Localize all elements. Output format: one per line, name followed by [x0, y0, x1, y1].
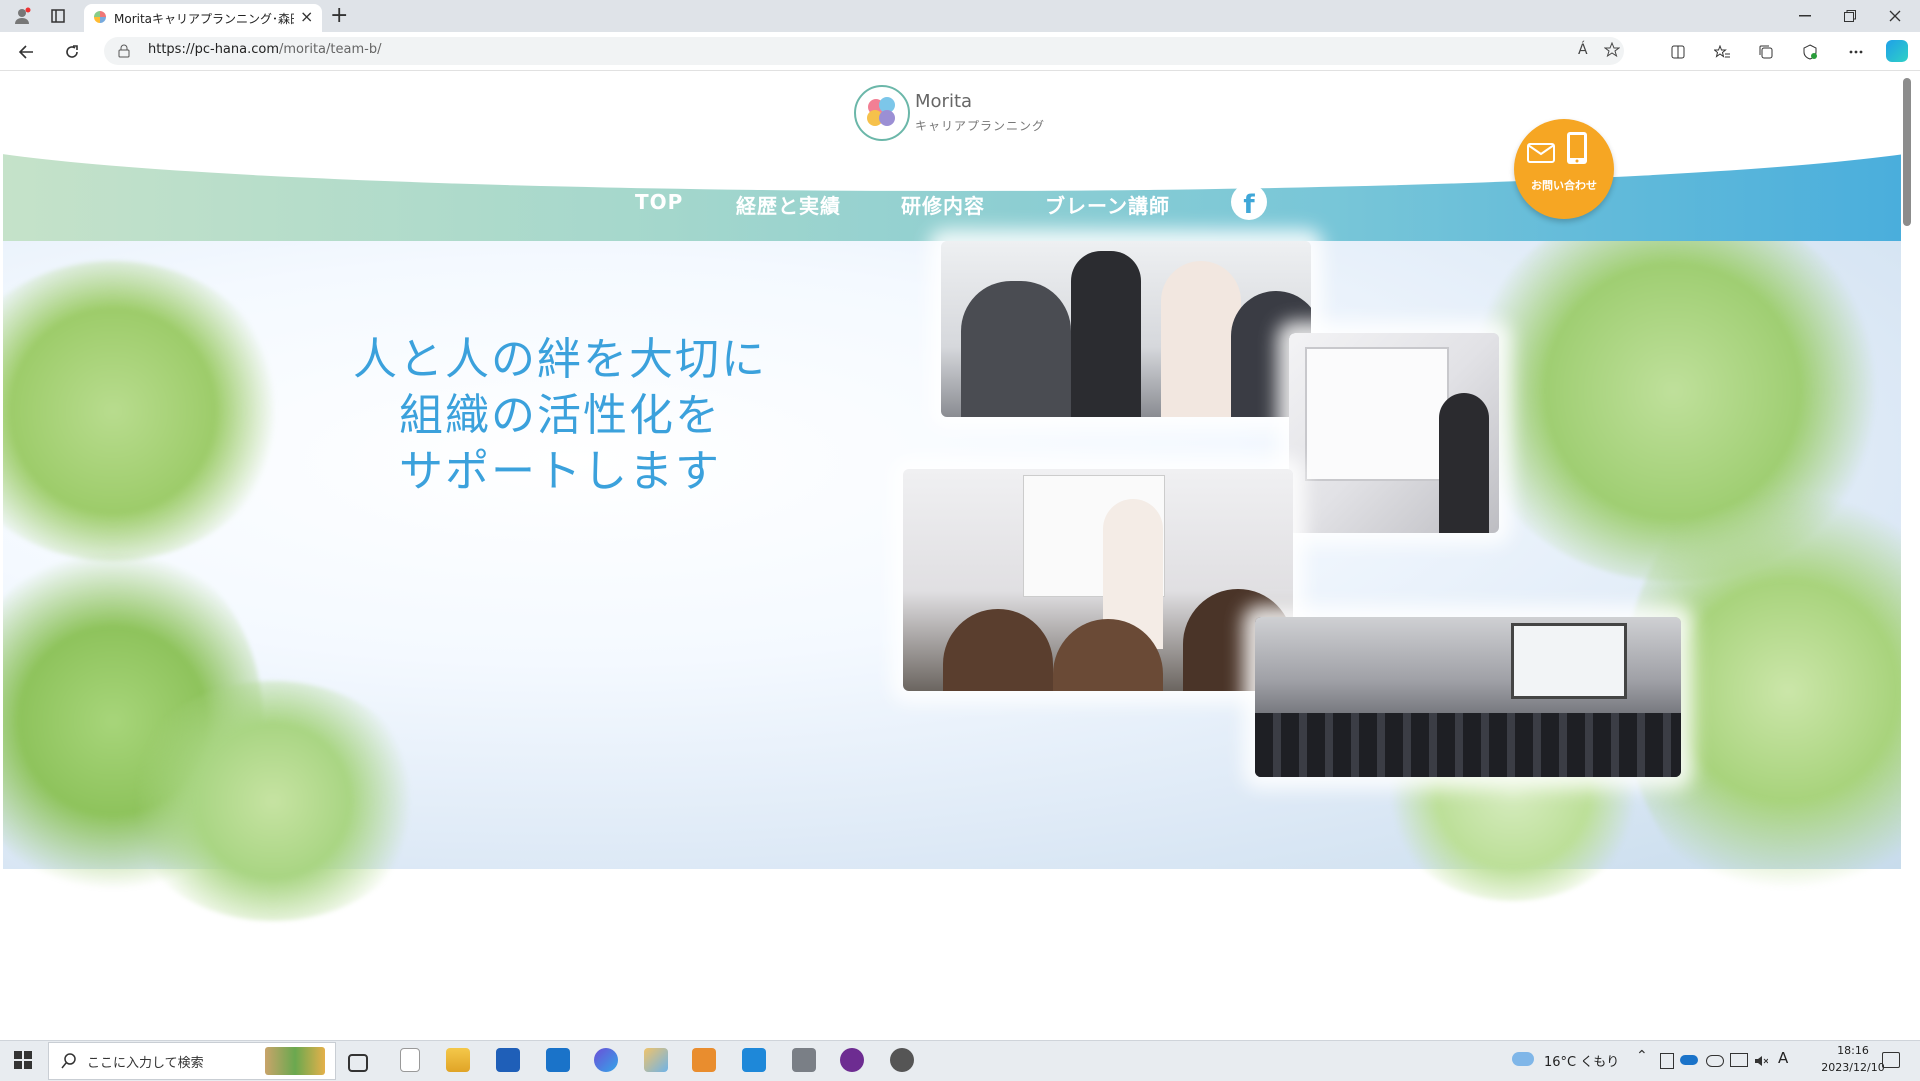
close-window-icon[interactable]: [1885, 6, 1905, 26]
search-highlight-image: [265, 1047, 325, 1075]
person-figure: [1161, 261, 1241, 417]
logo-name[interactable]: Morita: [915, 91, 972, 112]
active-tab[interactable]: Moritaキャリアプランニング･森田ひと ×: [84, 4, 322, 32]
refresh-icon[interactable]: [60, 40, 84, 64]
hero-headline-line-3: サポートします: [399, 446, 721, 497]
browser-essentials-icon[interactable]: [1800, 42, 1820, 62]
person-figure: [1071, 251, 1141, 417]
favorite-star-icon[interactable]: [1603, 41, 1621, 62]
app-icon[interactable]: [840, 1048, 864, 1072]
network-icon[interactable]: [1730, 1053, 1748, 1067]
copilot-app-icon[interactable]: [594, 1048, 618, 1072]
foliage-decoration: [3, 261, 283, 561]
settings-gear-icon[interactable]: [890, 1048, 914, 1072]
facebook-icon[interactable]: f: [1231, 184, 1267, 220]
new-tab-button[interactable]: +: [330, 3, 348, 28]
tray-chevron-icon[interactable]: ⌃: [1636, 1048, 1648, 1064]
audience-rows: [1255, 713, 1681, 777]
phone-icon: [1567, 132, 1587, 164]
windows-start-icon[interactable]: [14, 1051, 32, 1073]
foliage-decoration: [123, 681, 423, 921]
notepad-icon[interactable]: [400, 1048, 420, 1072]
contact-label: お問い合わせ: [1531, 179, 1597, 192]
speaker-muted-icon[interactable]: [1754, 1053, 1769, 1067]
lock-icon[interactable]: [118, 43, 130, 62]
notification-icon[interactable]: [1882, 1052, 1900, 1068]
store-icon[interactable]: [496, 1048, 520, 1072]
weather-cloud-icon[interactable]: [1512, 1052, 1534, 1066]
nav-top[interactable]: TOP: [635, 190, 683, 214]
profile-icon[interactable]: [10, 4, 34, 28]
hero-headline-line-2: 組織の活性化を: [399, 390, 721, 441]
address-bar[interactable]: https://pc-hana.com/morita/team-b/ Á: [104, 37, 1624, 65]
tab-actions-icon[interactable]: [48, 6, 68, 26]
hero-headline-line-1: 人と人の絆を大切に: [353, 334, 767, 385]
search-icon: [61, 1053, 76, 1069]
nav-lecturers[interactable]: ブレーン講師: [1045, 190, 1170, 219]
file-explorer-icon[interactable]: [446, 1048, 470, 1072]
url-host: https://pc-hana.com: [148, 42, 279, 57]
url-text: https://pc-hana.com/morita/team-b/: [148, 42, 381, 57]
person-figure: [943, 609, 1053, 691]
copilot-icon[interactable]: [1886, 40, 1908, 62]
logo-icon[interactable]: [854, 85, 910, 141]
minimize-icon[interactable]: [1795, 6, 1815, 26]
mail-icon: [1527, 143, 1555, 163]
logo-subtitle: キャリアプランニング: [915, 119, 1046, 133]
person-figure: [1439, 393, 1489, 533]
photo-lecture: [903, 469, 1293, 691]
media-player-icon[interactable]: [692, 1048, 716, 1072]
photo-seminar-hall: [1255, 617, 1681, 777]
person-figure: [961, 281, 1071, 417]
clock-time[interactable]: 18:16: [1820, 1044, 1886, 1057]
mail-app-icon[interactable]: [546, 1048, 570, 1072]
nav-career[interactable]: 経歴と実績: [736, 190, 841, 219]
calculator-icon[interactable]: [792, 1048, 816, 1072]
search-placeholder: ここに入力して検索: [87, 1056, 204, 1071]
tab-title: Moritaキャリアプランニング･森田ひと: [114, 12, 294, 26]
split-screen-icon[interactable]: [1668, 42, 1688, 62]
contact-button[interactable]: お問い合わせ: [1514, 119, 1614, 219]
url-path: /morita/team-b/: [279, 42, 382, 57]
task-view-icon[interactable]: [348, 1054, 368, 1072]
back-icon[interactable]: [14, 40, 38, 64]
tray-device-icon[interactable]: [1660, 1053, 1674, 1069]
vscode-icon[interactable]: [742, 1048, 766, 1072]
cloud-icon[interactable]: [1706, 1055, 1724, 1067]
more-menu-icon[interactable]: [1846, 42, 1866, 62]
read-aloud-icon[interactable]: Á: [1578, 42, 1588, 58]
whiteboard: [1305, 347, 1449, 481]
scroll-up-arrow[interactable]: [1903, 72, 1911, 78]
page-scrollbar-thumb[interactable]: [1903, 78, 1911, 226]
onedrive-icon[interactable]: [1680, 1055, 1698, 1065]
ime-indicator[interactable]: A: [1778, 1049, 1788, 1067]
favicon-icon: [94, 11, 106, 23]
tab-close-icon[interactable]: ×: [300, 7, 313, 26]
web-page: Morita キャリアプランニング TOP 経歴と実績 研修内容 ブレーン講師 …: [3, 71, 1901, 1034]
restore-icon[interactable]: [1840, 6, 1860, 26]
weather-text[interactable]: 16°C くもり: [1544, 1051, 1619, 1070]
favorites-icon[interactable]: [1712, 42, 1732, 62]
nav-training[interactable]: 研修内容: [901, 190, 985, 219]
taskbar-search[interactable]: ここに入力して検索: [48, 1042, 336, 1080]
paint-icon[interactable]: [644, 1048, 668, 1072]
collections-icon[interactable]: [1756, 42, 1776, 62]
photo-whiteboard: [1289, 333, 1499, 533]
projector-screen: [1511, 623, 1627, 699]
photo-meeting: [941, 241, 1311, 417]
